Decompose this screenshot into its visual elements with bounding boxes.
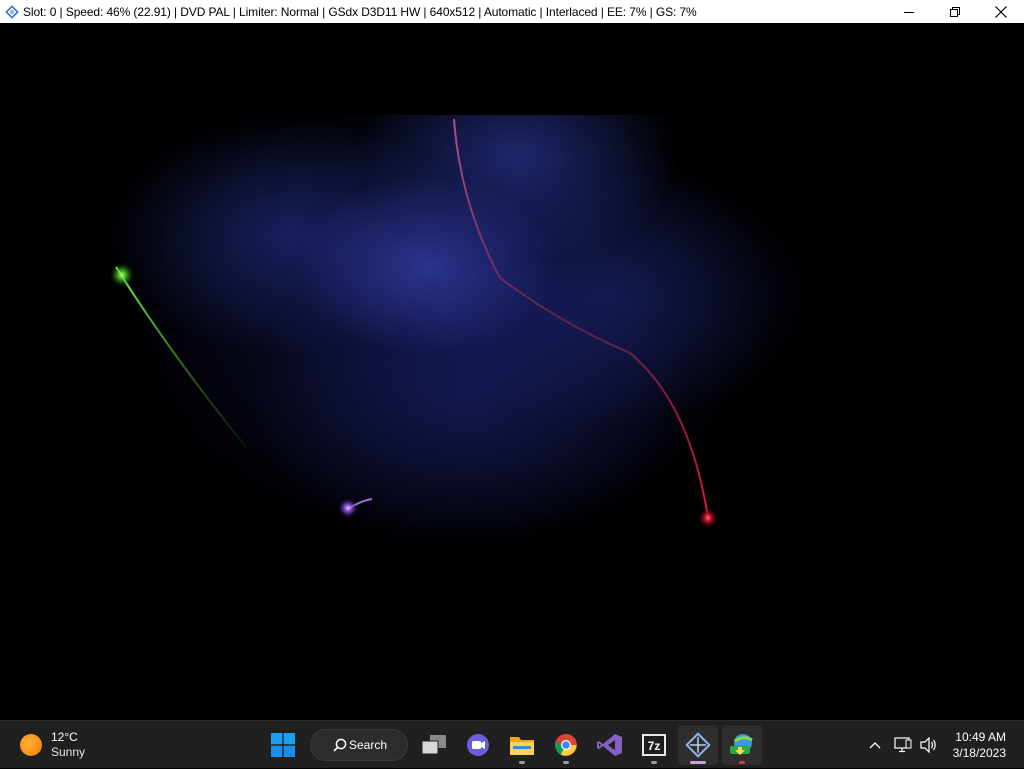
search-icon [333,738,347,752]
pink-spark [338,498,358,518]
sun-icon [20,734,42,756]
pcsx2-icon [685,732,711,758]
green-spark [110,263,134,287]
taskbar-chrome[interactable] [546,725,586,765]
restore-icon [950,6,960,17]
green-streak [115,266,247,448]
teams-chat-icon [467,734,489,756]
windows-logo-icon [271,733,295,757]
chevron-up-icon [869,742,881,749]
particle-streaks [110,118,718,528]
task-view-icon [421,735,446,755]
svg-text:7z: 7z [648,739,661,753]
magenta-streak [453,118,709,519]
7zip-icon: 7z [642,734,666,756]
running-indicator-focused [690,761,706,764]
start-button[interactable] [263,725,303,765]
minimize-icon [904,11,914,13]
running-indicator [563,761,569,764]
running-indicator [651,761,657,764]
search-label: Search [349,738,388,752]
window-title: Slot: 0 | Speed: 46% (22.91) | DVD PAL |… [23,4,697,19]
weather-condition: Sunny [51,745,86,759]
close-icon [995,5,1007,18]
volume-icon [920,737,936,753]
taskbar-task-view[interactable] [414,725,454,765]
close-button[interactable] [978,0,1024,23]
visual-studio-icon [597,734,622,756]
running-indicator [739,761,745,764]
clock-time: 10:49 AM [955,730,1006,744]
folder-icon [510,737,534,755]
idm-icon [730,734,753,755]
taskbar-search[interactable]: Search [310,729,408,761]
weather-widget[interactable]: 12°C Sunny [20,730,85,760]
taskbar-internet-download-manager[interactable] [722,725,762,765]
restore-button[interactable] [932,0,978,23]
tray-network[interactable] [892,721,914,769]
red-spark [698,508,718,528]
running-indicator [519,761,525,764]
taskbar-teams-chat[interactable] [458,725,498,765]
tray-volume[interactable] [918,721,940,769]
clock-date: 3/18/2023 [952,746,1006,760]
taskbar-7zip[interactable]: 7z [634,725,674,765]
taskbar-visual-studio[interactable] [590,725,630,765]
window-title-bar[interactable]: Slot: 0 | Speed: 46% (22.91) | DVD PAL |… [0,0,1024,23]
game-viewport[interactable] [0,23,1024,720]
minimize-button[interactable] [886,0,932,23]
pcsx2-app-icon [4,4,20,20]
chrome-icon [555,734,577,756]
weather-temperature: 12°C [51,730,78,744]
tray-overflow-button[interactable] [864,721,886,769]
network-icon [894,737,912,753]
taskbar-clock[interactable]: 10:49 AM 3/18/2023 [953,729,1006,761]
taskbar-pcsx2[interactable] [678,725,718,765]
window-controls [886,0,1024,23]
taskbar: 12°C Sunny Search 7z 10:49 AM 3/18/2023 [0,720,1024,768]
taskbar-file-explorer[interactable] [502,725,542,765]
